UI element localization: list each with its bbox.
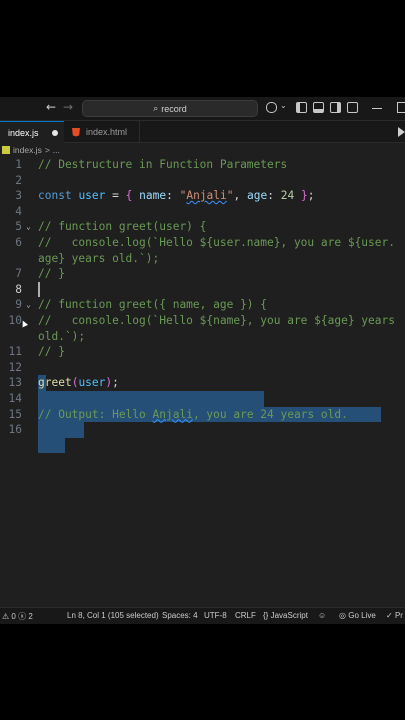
js-file-icon	[2, 146, 10, 154]
search-text: record	[161, 103, 187, 114]
unsaved-dot-icon[interactable]	[52, 130, 58, 136]
warning-icon: ⓧ	[18, 612, 27, 621]
line-number: 12	[8, 360, 22, 374]
problems-count: 0	[11, 612, 16, 621]
breadcrumb: index.js > ...	[0, 143, 405, 157]
line-number: 2	[15, 173, 22, 187]
go-live-label: Go Live	[348, 611, 376, 620]
vscode-window: ← → ⌕ record ⌄ index.js index.html index…	[0, 97, 405, 624]
fold-chevron-icon[interactable]: ⌄	[26, 219, 31, 235]
minimize-icon[interactable]	[372, 108, 382, 110]
problems-indicator[interactable]: ⚠ 0 ⓧ 2	[2, 611, 33, 622]
customize-layout-icon[interactable]	[347, 102, 358, 113]
text-cursor	[38, 281, 40, 297]
copilot-icon[interactable]	[266, 102, 277, 113]
tab-index-html[interactable]: index.html	[64, 121, 140, 143]
tab-index-js[interactable]: index.js	[0, 121, 64, 143]
code-line[interactable]: greet(user);	[38, 375, 119, 391]
status-bar: ⚠ 0 ⓧ 2 Ln 8, Col 1 (105 selected) Space…	[0, 607, 405, 624]
back-arrow-icon[interactable]: ←	[46, 100, 56, 114]
code-line[interactable]: // function greet({ name, age }) {	[38, 297, 267, 313]
breadcrumb-more[interactable]: ...	[53, 145, 60, 155]
warnings-count: 2	[28, 612, 33, 621]
search-icon: ⌕	[153, 103, 159, 113]
breadcrumb-file[interactable]: index.js	[13, 145, 42, 155]
forward-arrow-icon[interactable]: →	[63, 100, 73, 114]
code-line[interactable]: // console.log(`Hello ${name}, you are $…	[38, 313, 395, 329]
broadcast-icon: ◎	[339, 611, 346, 620]
breadcrumb-separator: >	[44, 145, 50, 155]
braces-icon: {}	[263, 611, 269, 620]
go-live-button[interactable]: ◎ Go Live	[339, 611, 376, 620]
command-center-search[interactable]: ⌕ record	[82, 100, 258, 117]
copilot-status-icon[interactable]: ☺	[318, 611, 326, 620]
editor-tab-bar: index.js index.html	[0, 121, 405, 143]
indentation[interactable]: Spaces: 4	[162, 611, 198, 620]
line-number-active: 8	[15, 282, 22, 296]
code-line[interactable]: // Destructure in Function Parameters	[38, 157, 287, 173]
code-line[interactable]: // console.log(`Hello ${user.name}, you …	[38, 235, 395, 251]
code-line[interactable]: const user = { name: "Anjali", age: 24 }…	[38, 188, 314, 204]
line-number: 4	[15, 204, 22, 218]
code-line[interactable]: age} years old.`);	[38, 251, 159, 267]
title-bar: ← → ⌕ record ⌄	[0, 97, 405, 121]
toggle-secondary-sidebar-icon[interactable]	[330, 102, 341, 113]
check-icon: ✓	[386, 611, 393, 620]
code-line[interactable]: // Output: Hello Anjali, you are 24 year…	[38, 407, 348, 423]
line-number: 14	[8, 392, 22, 405]
language-label: JavaScript	[270, 611, 308, 620]
encoding[interactable]: UTF-8	[204, 611, 227, 620]
selection-highlight	[38, 437, 65, 454]
code-line[interactable]: old.`);	[38, 329, 85, 345]
prettier-status[interactable]: ✓ Pr	[386, 611, 403, 620]
error-icon: ⚠	[2, 612, 10, 621]
chevron-down-icon[interactable]: ⌄	[280, 101, 287, 110]
tab-label: index.js	[8, 127, 39, 138]
fold-chevron-icon[interactable]: ⌄	[26, 297, 31, 313]
language-mode[interactable]: {} JavaScript	[263, 611, 308, 620]
line-ending[interactable]: CRLF	[235, 611, 256, 620]
html5-icon	[72, 127, 80, 137]
line-number: 16	[8, 423, 22, 437]
tab-label: index.html	[86, 127, 128, 137]
toggle-panel-icon[interactable]	[313, 102, 324, 113]
prettier-label: Pr	[394, 611, 403, 620]
code-line[interactable]: // }	[38, 344, 65, 360]
code-editor[interactable]: 1 2 3 4 5 6 7 8 9 10 11 12 13 14 15 16 /…	[0, 157, 405, 614]
toggle-primary-sidebar-icon[interactable]	[296, 102, 307, 113]
code-line[interactable]: // }	[38, 266, 65, 282]
run-icon[interactable]	[398, 127, 405, 137]
maximize-icon[interactable]	[397, 102, 405, 113]
code-line[interactable]: // function greet(user) {	[38, 219, 206, 235]
cursor-position[interactable]: Ln 8, Col 1 (105 selected)	[67, 611, 159, 620]
